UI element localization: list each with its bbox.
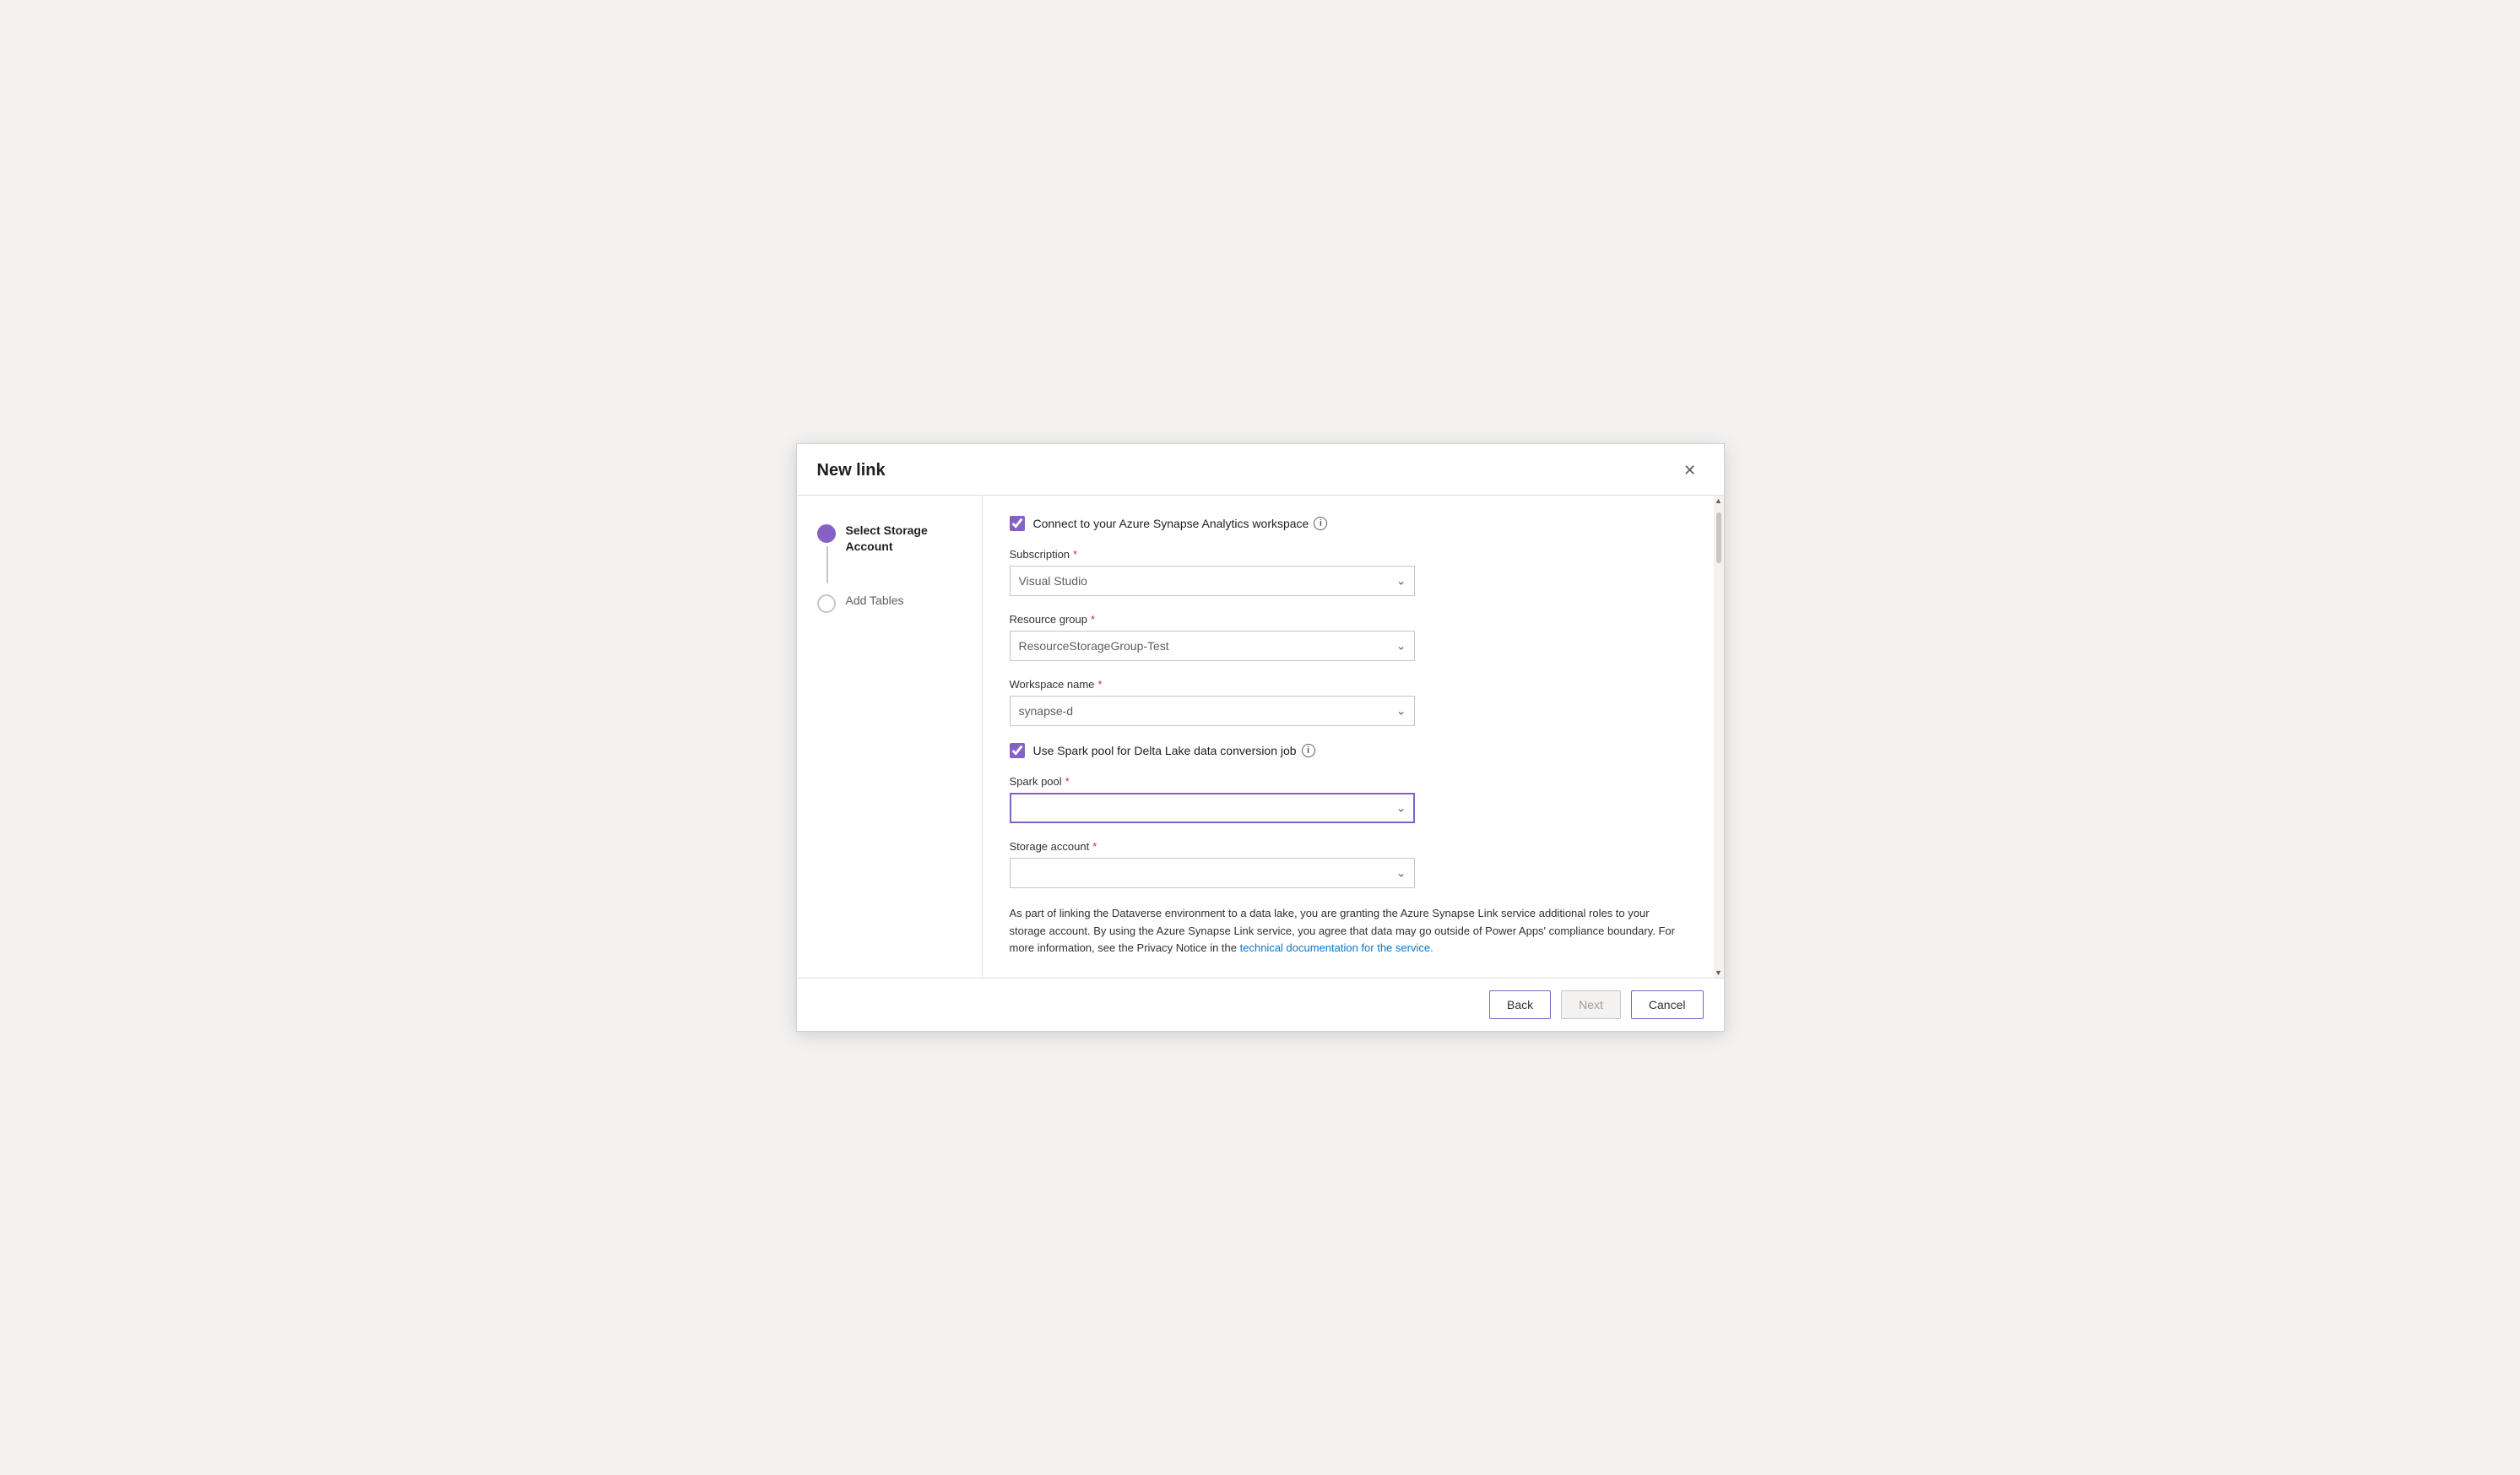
spark-pool-checkbox-row: Use Spark pool for Delta Lake data conve… bbox=[1010, 743, 1687, 758]
resource-group-dropdown-wrapper: ResourceStorageGroup-Test ⌄ bbox=[1010, 631, 1415, 661]
resource-group-dropdown[interactable]: ResourceStorageGroup-Test bbox=[1010, 631, 1415, 661]
back-button[interactable]: Back bbox=[1489, 990, 1551, 1019]
cancel-button[interactable]: Cancel bbox=[1631, 990, 1704, 1019]
resource-group-required: * bbox=[1091, 613, 1095, 626]
next-button: Next bbox=[1561, 990, 1621, 1019]
connect-synapse-checkbox[interactable] bbox=[1010, 516, 1025, 531]
connect-synapse-label[interactable]: Connect to your Azure Synapse Analytics … bbox=[1033, 517, 1328, 530]
connect-synapse-checkbox-row: Connect to your Azure Synapse Analytics … bbox=[1010, 516, 1687, 531]
subscription-dropdown-wrapper: Visual Studio ⌄ bbox=[1010, 566, 1415, 596]
workspace-name-required: * bbox=[1097, 678, 1102, 691]
dialog-body: Select Storage Account Add Tables Connec… bbox=[797, 496, 1724, 978]
subscription-required: * bbox=[1073, 548, 1077, 561]
step-circle-1 bbox=[817, 524, 836, 543]
spark-pool-dropdown-wrapper: ⌄ bbox=[1010, 793, 1415, 823]
resource-group-label: Resource group * bbox=[1010, 613, 1687, 626]
subscription-label: Subscription * bbox=[1010, 548, 1687, 561]
spark-pool-checkbox[interactable] bbox=[1010, 743, 1025, 758]
scrollbar-thumb[interactable] bbox=[1716, 512, 1721, 563]
storage-account-label: Storage account * bbox=[1010, 840, 1687, 853]
storage-account-dropdown-wrapper: ⌄ bbox=[1010, 858, 1415, 888]
storage-account-dropdown[interactable] bbox=[1010, 858, 1415, 888]
step-label-1: Select Storage Account bbox=[846, 523, 962, 556]
storage-account-required: * bbox=[1092, 840, 1097, 853]
close-icon: ✕ bbox=[1683, 462, 1696, 480]
storage-account-field: Storage account * ⌄ bbox=[1010, 840, 1687, 888]
dialog-header: New link ✕ bbox=[797, 444, 1724, 496]
connect-synapse-info-icon[interactable]: i bbox=[1314, 517, 1327, 530]
resource-group-field: Resource group * ResourceStorageGroup-Te… bbox=[1010, 613, 1687, 661]
step-label-2: Add Tables bbox=[846, 593, 904, 610]
info-paragraph: As part of linking the Dataverse environ… bbox=[1010, 905, 1687, 957]
subscription-field: Subscription * Visual Studio ⌄ bbox=[1010, 548, 1687, 596]
workspace-name-dropdown-wrapper: synapse-d ⌄ bbox=[1010, 696, 1415, 726]
spark-pool-label: Spark pool * bbox=[1010, 775, 1687, 788]
main-form-content: Connect to your Azure Synapse Analytics … bbox=[983, 496, 1714, 978]
step-circle-2 bbox=[817, 594, 836, 613]
workspace-name-field: Workspace name * synapse-d ⌄ bbox=[1010, 678, 1687, 726]
spark-pool-info-icon[interactable]: i bbox=[1302, 744, 1315, 757]
workspace-name-label: Workspace name * bbox=[1010, 678, 1687, 691]
spark-pool-field: Spark pool * ⌄ bbox=[1010, 775, 1687, 823]
dialog-title: New link bbox=[817, 461, 886, 480]
step-select-storage: Select Storage Account bbox=[817, 523, 962, 556]
scrollbar: ▲ ▼ bbox=[1714, 496, 1724, 978]
close-button[interactable]: ✕ bbox=[1677, 458, 1704, 485]
spark-pool-required: * bbox=[1065, 775, 1070, 788]
workspace-name-dropdown[interactable]: synapse-d bbox=[1010, 696, 1415, 726]
scroll-down-arrow[interactable]: ▼ bbox=[1714, 968, 1724, 978]
dialog-footer: Back Next Cancel bbox=[797, 978, 1724, 1031]
subscription-dropdown[interactable]: Visual Studio bbox=[1010, 566, 1415, 596]
scroll-up-arrow[interactable]: ▲ bbox=[1714, 496, 1724, 506]
spark-pool-checkbox-label[interactable]: Use Spark pool for Delta Lake data conve… bbox=[1033, 744, 1315, 757]
step-connector bbox=[826, 546, 828, 583]
spark-pool-dropdown[interactable] bbox=[1010, 793, 1415, 823]
technical-docs-link[interactable]: technical documentation for the service. bbox=[1240, 941, 1433, 954]
stepper: Select Storage Account Add Tables bbox=[797, 496, 983, 978]
new-link-dialog: New link ✕ Select Storage Account Add Ta… bbox=[796, 443, 1725, 1032]
step-add-tables: Add Tables bbox=[817, 593, 962, 613]
